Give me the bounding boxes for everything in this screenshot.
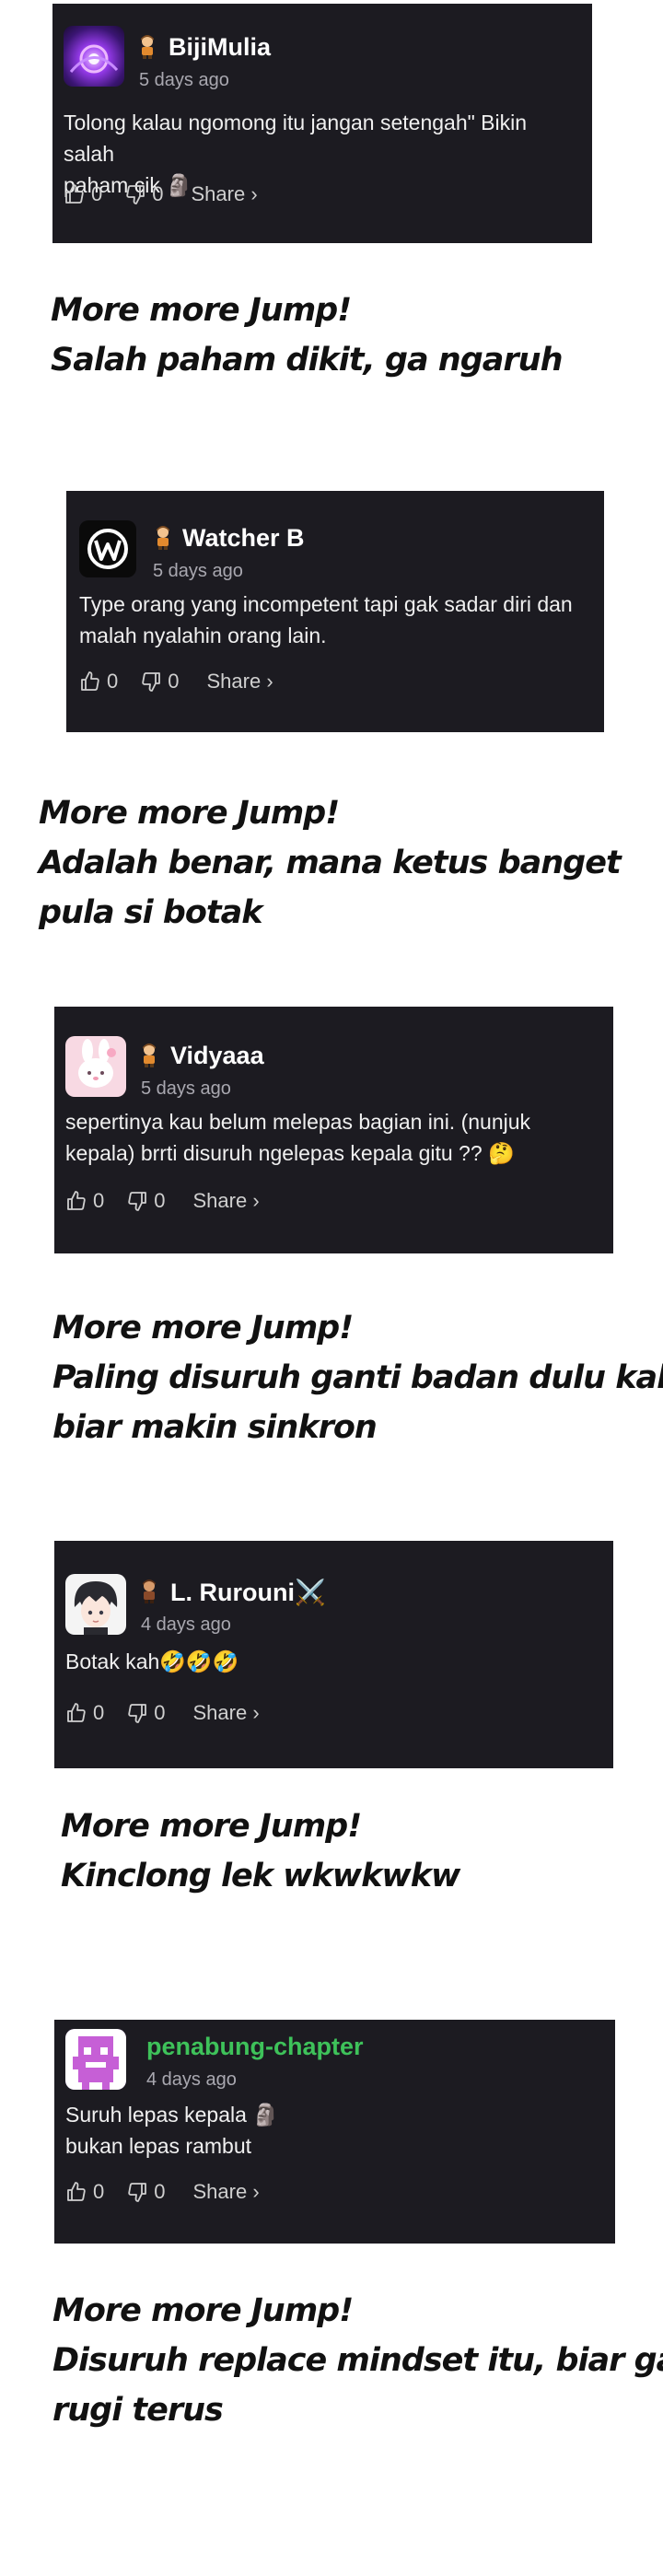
username[interactable]: Watcher B (182, 524, 305, 553)
share-button[interactable]: Share › (192, 182, 258, 206)
dislike-button[interactable]: 0 (126, 1701, 166, 1725)
like-count: 0 (91, 182, 103, 205)
comment-actions: 0 0 Share › (64, 181, 258, 208)
comment-card: Vidyaaa 5 days ago sepertinya kau belum … (54, 1007, 613, 1253)
share-button[interactable]: Share › (193, 1189, 260, 1213)
reply-line: More more Jump! (39, 795, 340, 832)
reply-text: More more Jump! Paling disuruh ganti bad… (52, 1303, 663, 1452)
share-button[interactable]: Share › (193, 1701, 260, 1725)
thumbs-down-icon (128, 1192, 147, 1211)
user-avatar[interactable] (65, 1036, 126, 1097)
comment-line: malah nyalahin orang lain. (79, 624, 327, 647)
like-button[interactable]: 0 (65, 1189, 104, 1213)
comment-card: penabung-chapter 4 days ago Suruh lepas … (54, 2020, 615, 2244)
comment-text: Suruh lepas kepala 🗿 bukan lepas rambut (65, 2099, 581, 2162)
like-count: 0 (93, 1189, 105, 1212)
reply-line: More more Jump! (52, 2292, 354, 2329)
user-avatar[interactable] (65, 2029, 126, 2090)
reply-line: rugi terus (52, 2392, 224, 2429)
purple-swirl-icon (69, 44, 119, 74)
dislike-button[interactable]: 0 (126, 2180, 166, 2204)
like-button[interactable]: 0 (79, 670, 118, 694)
dislike-count: 0 (154, 2180, 166, 2203)
user-avatar[interactable] (65, 1574, 126, 1635)
reply-line: More more Jump! (51, 292, 352, 329)
comment-line: Botak kah🤣🤣🤣 (65, 1649, 239, 1673)
reply-line: Disuruh replace mindset itu, biar ga (52, 2342, 663, 2379)
dislike-count: 0 (154, 1189, 166, 1212)
rank-badge-icon (153, 526, 173, 555)
thumbs-down-icon (128, 1704, 147, 1723)
dislike-button[interactable]: 0 (140, 670, 180, 694)
wb-logo-icon (87, 529, 128, 569)
timestamp: 5 days ago (153, 561, 243, 581)
reply-line: biar makin sinkron (52, 1409, 378, 1446)
rank-badge-icon (137, 35, 157, 64)
dislike-count: 0 (154, 1701, 166, 1724)
share-button[interactable]: Share › (207, 670, 273, 694)
reply-line: More more Jump! (61, 1808, 362, 1845)
comment-actions: 0 0 Share › (65, 1699, 260, 1727)
comment-actions: 0 0 Share › (65, 1187, 260, 1215)
comment-card: Watcher B 5 days ago Type orang yang inc… (66, 491, 604, 732)
thumbs-up-icon (65, 184, 84, 204)
anime-boy-icon (74, 1581, 118, 1635)
reply-line: pula si botak (39, 894, 263, 931)
username[interactable]: penabung-chapter (146, 2033, 364, 2061)
thumbs-down-icon (126, 185, 145, 204)
comment-card: L. Rurouni⚔️ 4 days ago Botak kah🤣🤣🤣 0 0… (54, 1541, 613, 1768)
comment-line: Suruh lepas kepala 🗿 (65, 2103, 279, 2127)
timestamp: 5 days ago (139, 70, 229, 90)
reply-text: More more Jump! Kinclong lek wkwkwkw (61, 1801, 460, 1901)
thumbs-up-icon (67, 1703, 86, 1722)
reply-line: Adalah benar, mana ketus banget (39, 845, 622, 881)
comment-line: bukan lepas rambut (65, 2134, 252, 2158)
like-count: 0 (107, 670, 119, 693)
like-count: 0 (93, 2180, 105, 2203)
dislike-count: 0 (152, 182, 164, 205)
like-button[interactable]: 0 (65, 2180, 104, 2204)
timestamp: 4 days ago (141, 1614, 231, 1635)
thumbs-up-icon (67, 2182, 86, 2201)
comment-card: BijiMulia 5 days ago Tolong kalau ngomon… (52, 4, 592, 243)
comment-line: Tolong kalau ngomong itu jangan setengah… (64, 111, 528, 166)
share-button[interactable]: Share › (193, 2180, 260, 2204)
comment-text: Type orang yang incompetent tapi gak sad… (79, 589, 595, 651)
thumbs-down-icon (128, 2183, 147, 2202)
rank-badge-icon (139, 1043, 159, 1073)
reply-line: More more Jump! (52, 1310, 354, 1346)
username[interactable]: BijiMulia (169, 33, 271, 62)
username[interactable]: L. Rurouni⚔️ (170, 1578, 326, 1607)
dislike-button[interactable]: 0 (126, 1189, 166, 1213)
reply-text: More more Jump! Salah paham dikit, ga ng… (51, 286, 563, 385)
reply-text: More more Jump! Disuruh replace mindset … (52, 2286, 663, 2435)
like-count: 0 (93, 1701, 105, 1724)
timestamp: 5 days ago (141, 1078, 231, 1099)
username[interactable]: Vidyaaa (170, 1042, 264, 1070)
reply-line: Paling disuruh ganti badan dulu kak, (52, 1359, 663, 1396)
timestamp: 4 days ago (146, 2069, 237, 2090)
like-button[interactable]: 0 (64, 182, 102, 206)
reply-text: More more Jump! Adalah benar, mana ketus… (39, 788, 622, 938)
like-button[interactable]: 0 (65, 1701, 104, 1725)
thumbs-down-icon (142, 672, 161, 692)
reply-line: Salah paham dikit, ga ngaruh (51, 342, 563, 379)
comment-line: Type orang yang incompetent tapi gak sad… (79, 592, 573, 616)
pixel-invader-icon (65, 2029, 126, 2090)
reply-line: Kinclong lek wkwkwkw (61, 1858, 460, 1894)
thumbs-up-icon (81, 671, 99, 691)
dislike-count: 0 (168, 670, 180, 693)
user-avatar[interactable] (79, 520, 136, 577)
comment-text: Botak kah🤣🤣🤣 (65, 1646, 581, 1677)
user-avatar[interactable] (64, 26, 124, 87)
thumbs-up-icon (67, 1191, 86, 1210)
comment-actions: 0 0 Share › (79, 668, 273, 695)
dislike-button[interactable]: 0 (124, 182, 164, 206)
comment-text: sepertinya kau belum melepas bagian ini.… (65, 1106, 581, 1169)
comment-line: sepertinya kau belum melepas bagian ini.… (65, 1110, 531, 1134)
comment-actions: 0 0 Share › (65, 2178, 260, 2206)
pink-bunny-icon (78, 1039, 116, 1088)
comment-line: kepala) brrti disuruh ngelepas kepala gi… (65, 1141, 515, 1165)
rank-badge-icon (139, 1579, 159, 1609)
